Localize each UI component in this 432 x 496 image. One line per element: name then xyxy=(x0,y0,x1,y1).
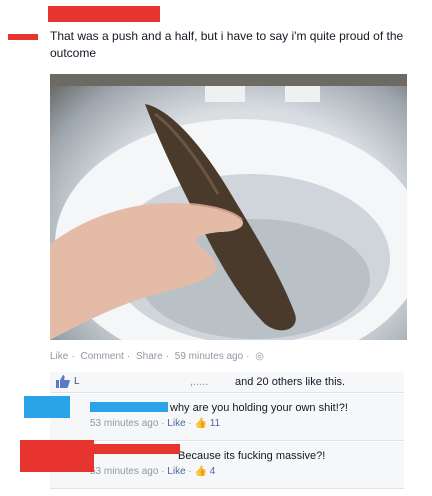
redacted-name-bar xyxy=(48,6,160,22)
comment-text: why are you holding your own shit!?! xyxy=(170,402,348,414)
share-action[interactable]: Share xyxy=(136,351,163,362)
likes-count-fragment: L xyxy=(74,376,80,387)
comment-like-link[interactable]: Like xyxy=(167,466,185,477)
comment-timestamp[interactable]: 53 minutes ago xyxy=(90,418,158,429)
globe-icon: ◎ xyxy=(255,351,265,362)
redacted-liker-names: ,..... xyxy=(190,376,209,388)
comment-meta: 53 minutes ago · Like · 👍 11 xyxy=(90,418,221,429)
post-photo[interactable] xyxy=(50,74,407,340)
post-timestamp[interactable]: 59 minutes ago xyxy=(175,351,243,362)
likes-text[interactable]: and 20 others like this. xyxy=(235,376,345,388)
comment-like-link[interactable]: Like xyxy=(167,418,185,429)
thumbs-up-icon: 👍 xyxy=(194,418,207,429)
likes-summary: L ,..... and 20 others like this. xyxy=(50,372,404,393)
redacted-commenter-avatar xyxy=(24,396,70,418)
comment-action[interactable]: Comment xyxy=(80,351,123,362)
thumbs-up-icon: 👍 xyxy=(194,466,207,477)
redacted-commenter-name xyxy=(92,444,180,454)
comment-text: Because its fucking massive?! xyxy=(178,450,326,462)
post-text: That was a push and a half, but i have t… xyxy=(50,29,404,60)
redacted-commenter-name xyxy=(90,402,168,412)
comment-timestamp[interactable]: 53 minutes ago xyxy=(90,466,158,477)
post-actions-row: Like · Comment · Share · 59 minutes ago · ◎ xyxy=(50,351,265,362)
redacted-name-fragment xyxy=(8,34,38,40)
comment-meta: 53 minutes ago · Like · 👍 4 xyxy=(90,466,216,477)
photo-illustration xyxy=(50,74,407,340)
redacted-commenter-avatar xyxy=(20,440,94,472)
comment-like-count[interactable]: 11 xyxy=(210,418,220,429)
like-action[interactable]: Like xyxy=(50,351,68,362)
thumbs-up-icon xyxy=(56,375,70,391)
comment-like-count[interactable]: 4 xyxy=(210,466,216,477)
